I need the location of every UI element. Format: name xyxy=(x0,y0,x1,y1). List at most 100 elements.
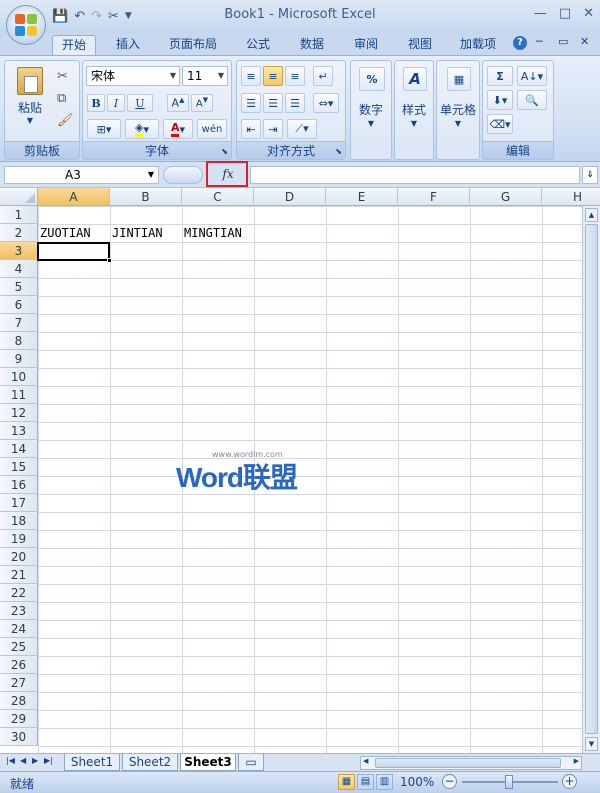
scroll-down-icon[interactable]: ▼ xyxy=(585,737,598,751)
column-header-a[interactable]: A xyxy=(38,188,110,206)
ribbon-restore-icon[interactable]: ▭ xyxy=(558,35,568,48)
ribbon-close-icon[interactable]: ✕ xyxy=(580,35,589,48)
page-layout-view-icon[interactable]: ▤ xyxy=(357,774,374,790)
column-header-f[interactable]: F xyxy=(398,188,470,206)
format-painter-icon[interactable]: 🖌 xyxy=(57,113,74,128)
row-header-8[interactable]: 8 xyxy=(0,332,38,350)
chevron-down-icon[interactable]: ▼ xyxy=(148,167,154,183)
fill-button[interactable]: ⬇▾ xyxy=(487,90,513,110)
column-header-g[interactable]: G xyxy=(470,188,542,206)
clear-button[interactable]: ⌫▾ xyxy=(487,114,513,134)
sheet-tab-sheet3[interactable]: Sheet3 xyxy=(180,754,236,771)
maximize-icon[interactable]: □ xyxy=(559,6,571,21)
help-icon[interactable]: ? xyxy=(513,36,527,50)
find-select-button[interactable]: 🔍 xyxy=(517,90,547,110)
phonetic-button[interactable]: wén xyxy=(197,119,227,139)
autosum-button[interactable]: Σ xyxy=(487,66,513,86)
row-header-19[interactable]: 19 xyxy=(0,530,38,548)
tab-home[interactable]: 开始 xyxy=(52,35,96,55)
merge-center-button[interactable]: ⇔▾ xyxy=(313,93,339,113)
align-bottom-button[interactable]: ≡ xyxy=(285,66,305,86)
column-header-c[interactable]: C xyxy=(182,188,254,206)
align-right-button[interactable]: ☰ xyxy=(285,93,305,113)
row-header-27[interactable]: 27 xyxy=(0,674,38,692)
prev-sheet-icon[interactable]: ◀ xyxy=(20,756,26,765)
scroll-left-icon[interactable]: ◀ xyxy=(363,757,368,765)
row-header-13[interactable]: 13 xyxy=(0,422,38,440)
row-header-20[interactable]: 20 xyxy=(0,548,38,566)
row-header-5[interactable]: 5 xyxy=(0,278,38,296)
cells-group[interactable]: ▦ 单元格 ▼ xyxy=(436,60,480,160)
copy-icon[interactable]: ⧉ xyxy=(57,91,66,106)
select-all-corner[interactable] xyxy=(0,188,38,206)
row-header-30[interactable]: 30 xyxy=(0,728,38,746)
align-top-button[interactable]: ≡ xyxy=(241,66,261,86)
column-header-e[interactable]: E xyxy=(326,188,398,206)
ribbon-minimize-icon[interactable]: ─ xyxy=(536,35,543,48)
underline-button[interactable]: U xyxy=(127,94,153,112)
tab-formulas[interactable]: 公式 xyxy=(236,35,280,55)
formula-bar-splitter[interactable] xyxy=(163,166,203,184)
row-header-17[interactable]: 17 xyxy=(0,494,38,512)
scroll-right-icon[interactable]: ▶ xyxy=(574,757,579,765)
align-center-button[interactable]: ☰ xyxy=(263,93,283,113)
number-group[interactable]: % 数字 ▼ xyxy=(350,60,392,160)
row-header-22[interactable]: 22 xyxy=(0,584,38,602)
shrink-font-button[interactable]: A▼ xyxy=(191,94,213,112)
normal-view-icon[interactable]: ▦ xyxy=(338,774,355,790)
zoom-slider-thumb[interactable] xyxy=(505,775,513,789)
column-header-d[interactable]: D xyxy=(254,188,326,206)
horizontal-scrollbar[interactable]: ◀ ▶ xyxy=(360,756,582,770)
cut-icon[interactable]: ✂ xyxy=(57,69,68,84)
last-sheet-icon[interactable]: ▶| xyxy=(44,756,53,765)
row-header-9[interactable]: 9 xyxy=(0,350,38,368)
borders-button[interactable]: ⊞▾ xyxy=(87,119,121,139)
page-break-view-icon[interactable]: ▥ xyxy=(376,774,393,790)
zoom-out-icon[interactable]: − xyxy=(442,774,457,789)
name-box[interactable]: A3 ▼ xyxy=(4,166,159,184)
scroll-up-icon[interactable]: ▲ xyxy=(585,208,598,222)
minimize-icon[interactable]: — xyxy=(534,6,547,21)
styles-group[interactable]: A 样式 ▼ xyxy=(394,60,434,160)
tab-view[interactable]: 视图 xyxy=(398,35,442,55)
row-header-3[interactable]: 3 xyxy=(0,242,38,260)
row-header-29[interactable]: 29 xyxy=(0,710,38,728)
row-header-10[interactable]: 10 xyxy=(0,368,38,386)
decrease-indent-button[interactable]: ⇤ xyxy=(241,119,261,139)
dialog-launcher-icon[interactable]: ⬊ xyxy=(335,147,342,156)
row-header-12[interactable]: 12 xyxy=(0,404,38,422)
font-name-combo[interactable]: 宋体 ▼ xyxy=(86,66,180,86)
tab-addins[interactable]: 加载项 xyxy=(450,35,506,55)
row-header-25[interactable]: 25 xyxy=(0,638,38,656)
align-middle-button[interactable]: ≡ xyxy=(263,66,283,86)
formula-input[interactable] xyxy=(250,166,580,184)
row-header-21[interactable]: 21 xyxy=(0,566,38,584)
row-header-4[interactable]: 4 xyxy=(0,260,38,278)
sort-filter-button[interactable]: A↓▾ xyxy=(517,66,547,86)
fill-color-button[interactable]: ◈ ▾ xyxy=(125,119,159,139)
column-header-h[interactable]: H xyxy=(542,188,600,206)
vertical-scrollbar[interactable]: ▲ ▼ xyxy=(582,206,600,753)
zoom-in-icon[interactable]: + xyxy=(562,774,577,789)
paste-button[interactable]: 粘贴 ▼ xyxy=(13,67,47,127)
row-header-26[interactable]: 26 xyxy=(0,656,38,674)
bold-button[interactable]: B xyxy=(87,94,105,112)
vertical-scroll-thumb[interactable] xyxy=(585,224,598,734)
grow-font-button[interactable]: A▲ xyxy=(167,94,189,112)
close-icon[interactable]: ✕ xyxy=(583,6,594,21)
row-header-18[interactable]: 18 xyxy=(0,512,38,530)
row-header-1[interactable]: 1 xyxy=(0,206,38,224)
row-header-11[interactable]: 11 xyxy=(0,386,38,404)
row-header-6[interactable]: 6 xyxy=(0,296,38,314)
office-button[interactable] xyxy=(6,5,46,45)
zoom-level[interactable]: 100% xyxy=(400,775,434,789)
insert-sheet-button[interactable]: ▭ xyxy=(238,754,264,771)
tab-data[interactable]: 数据 xyxy=(290,35,334,55)
horizontal-scroll-thumb[interactable] xyxy=(375,758,561,768)
row-header-16[interactable]: 16 xyxy=(0,476,38,494)
tab-page-layout[interactable]: 页面布局 xyxy=(160,35,226,55)
increase-indent-button[interactable]: ⇥ xyxy=(263,119,283,139)
row-header-2[interactable]: 2 xyxy=(0,224,38,242)
tab-insert[interactable]: 插入 xyxy=(106,35,150,55)
italic-button[interactable]: I xyxy=(107,94,125,112)
